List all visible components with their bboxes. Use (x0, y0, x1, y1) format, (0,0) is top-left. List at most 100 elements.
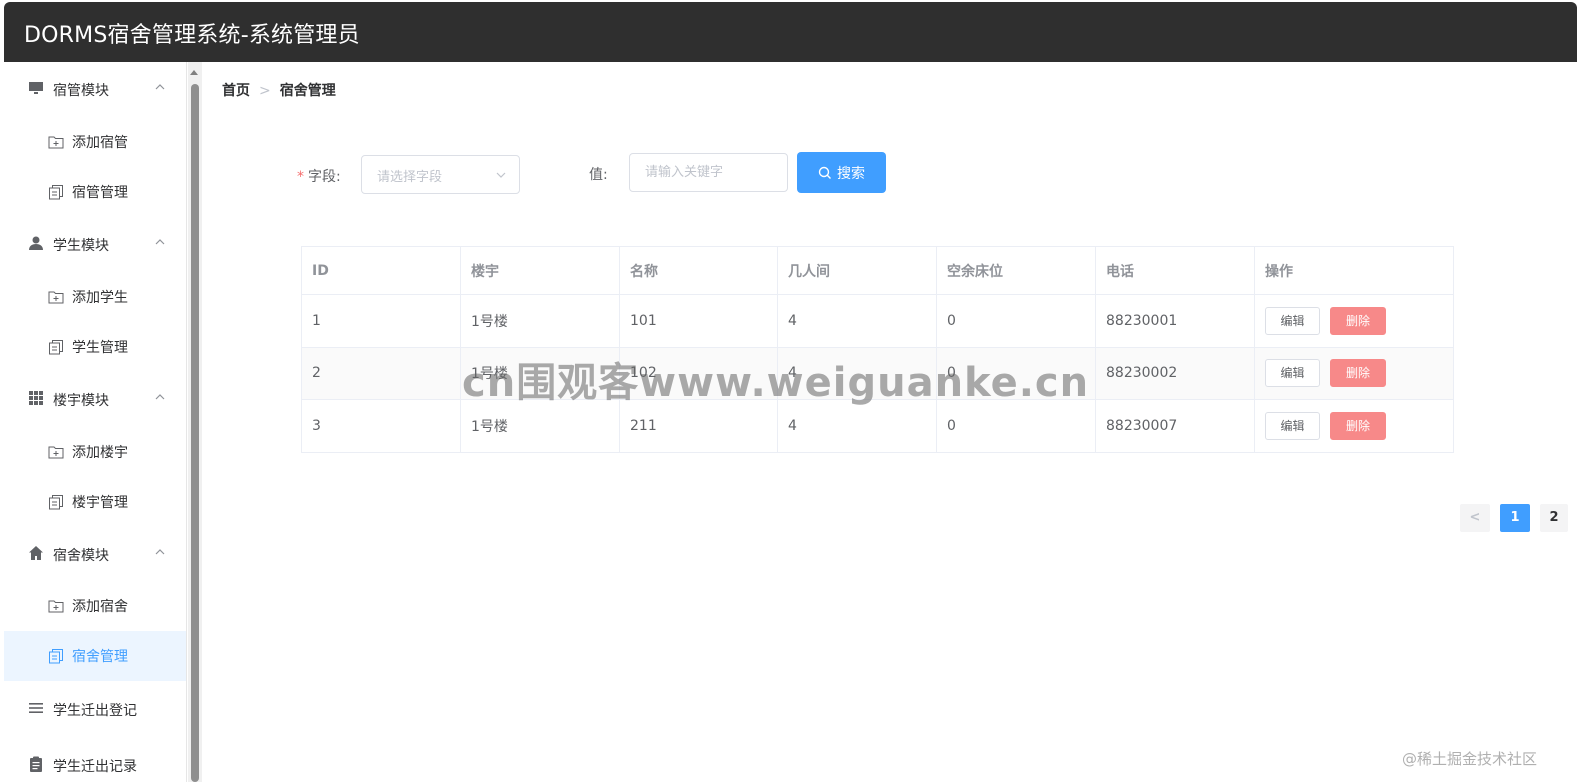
menu-group-label: 宿舍模块 (53, 548, 109, 564)
table-header-row: ID 楼宇 名称 几人间 空余床位 电话 操作 (301, 246, 1454, 295)
cell-building: 1号楼 (460, 346, 620, 400)
breadcrumb-current: 宿舍管理 (279, 83, 336, 99)
sidebar-item-label: 宿管管理 (72, 185, 128, 201)
sidebar-item-add-student[interactable]: 添加学生 (4, 272, 186, 322)
menu-group-label: 宿管模块 (53, 83, 109, 99)
keyword-input[interactable] (629, 153, 788, 192)
cell-phone: 88230002 (1095, 346, 1255, 400)
sidebar-item-label: 学生迁出登记 (53, 703, 137, 719)
document-copy-icon (49, 340, 63, 355)
column-header-capacity[interactable]: 几人间 (777, 246, 937, 295)
sidebar-item-building-management[interactable]: 楼宇管理 (4, 477, 186, 527)
edit-button[interactable]: 编辑 (1265, 411, 1320, 440)
menu-group-dorm[interactable]: 宿舍模块 (4, 529, 186, 579)
column-header-actions: 操作 (1254, 246, 1454, 295)
menu-group-building[interactable]: 楼宇模块 (4, 374, 186, 424)
cell-phone: 88230007 (1095, 399, 1255, 453)
delete-button[interactable]: 删除 (1330, 306, 1386, 335)
cell-capacity: 4 (777, 346, 937, 400)
column-header-phone[interactable]: 电话 (1095, 246, 1255, 295)
pagination-prev-button[interactable]: < (1460, 504, 1490, 532)
sidebar-item-label: 添加楼宇 (72, 445, 128, 461)
clipboard-icon (30, 756, 42, 772)
menu-group-student[interactable]: 学生模块 (4, 219, 186, 269)
sidebar-menu: 宿管模块 添加宿管 宿管管理 学生模块 添加学生 学生管理 楼宇模块 添加楼宇 … (4, 62, 187, 782)
folder-add-icon (48, 600, 64, 613)
folder-add-icon (48, 446, 64, 459)
document-copy-icon (49, 649, 63, 664)
menu-group-dorm-manager[interactable]: 宿管模块 (4, 64, 186, 114)
cell-name: 102 (619, 346, 778, 400)
chevron-up-icon (155, 239, 165, 245)
search-button[interactable]: 搜索 (797, 152, 886, 193)
folder-add-icon (48, 291, 64, 304)
column-header-building[interactable]: 楼宇 (460, 246, 620, 295)
sidebar-item-dorm-management[interactable]: 宿舍管理 (4, 631, 186, 681)
field-select[interactable]: 请选择字段 (361, 155, 520, 194)
scroll-up-arrow-icon[interactable] (190, 70, 198, 75)
breadcrumb-home-link[interactable]: 首页 (222, 83, 250, 99)
cell-name: 211 (619, 399, 778, 453)
table-row: 1 1号楼 101 4 0 88230001 编辑 删除 (301, 294, 1454, 348)
chevron-down-icon (496, 172, 506, 178)
grid-icon (29, 391, 43, 405)
sidebar-item-add-dorm[interactable]: 添加宿舍 (4, 581, 186, 631)
sidebar-scrollbar-thumb[interactable] (191, 84, 199, 782)
field-label-text: 字段: (308, 169, 341, 185)
edit-button[interactable]: 编辑 (1265, 306, 1320, 335)
chevron-up-icon (155, 84, 165, 90)
house-icon (29, 546, 43, 560)
cell-building: 1号楼 (460, 294, 620, 348)
top-header-bar: DORMS宿舍管理系统-系统管理员 (4, 2, 1577, 62)
field-label: * 字段: (297, 166, 341, 186)
cell-actions: 编辑 删除 (1254, 399, 1454, 453)
list-icon (29, 703, 43, 713)
pagination-page-1[interactable]: 1 (1500, 504, 1530, 532)
search-icon (818, 166, 831, 179)
search-button-label: 搜索 (837, 165, 865, 182)
dorm-table: ID 楼宇 名称 几人间 空余床位 电话 操作 1 1号楼 101 4 0 88… (301, 246, 1454, 453)
table-row: 3 1号楼 211 4 0 88230007 编辑 删除 (301, 399, 1454, 453)
required-mark: * (297, 169, 304, 185)
sidebar-item-student-management[interactable]: 学生管理 (4, 322, 186, 372)
sidebar-item-student-checkout-records[interactable]: 学生迁出记录 (4, 740, 186, 782)
document-copy-icon (49, 495, 63, 510)
delete-button[interactable]: 删除 (1330, 359, 1386, 388)
cell-name: 101 (619, 294, 778, 348)
app-title: DORMS宿舍管理系统-系统管理员 (24, 23, 360, 48)
column-header-name[interactable]: 名称 (619, 246, 778, 295)
chevron-up-icon (155, 549, 165, 555)
monitor-icon (29, 82, 43, 94)
sidebar-item-add-dorm-manager[interactable]: 添加宿管 (4, 117, 186, 167)
column-header-vacant-beds[interactable]: 空余床位 (936, 246, 1096, 295)
cell-id: 2 (301, 346, 461, 400)
sidebar-item-label: 添加学生 (72, 290, 128, 306)
cell-actions: 编辑 删除 (1254, 346, 1454, 400)
sidebar-item-label: 学生管理 (72, 340, 128, 356)
menu-group-label: 学生模块 (53, 238, 109, 254)
delete-button[interactable]: 删除 (1330, 411, 1386, 440)
column-header-id[interactable]: ID (301, 246, 461, 295)
cell-id: 1 (301, 294, 461, 348)
sidebar-item-label: 添加宿舍 (72, 599, 128, 615)
cell-vacant-beds: 0 (936, 399, 1096, 453)
table-row: 2 1号楼 102 4 0 88230002 编辑 删除 (301, 346, 1454, 400)
pagination-page-2[interactable]: 2 (1540, 504, 1568, 532)
cell-actions: 编辑 删除 (1254, 294, 1454, 348)
value-label: 值: (589, 167, 608, 183)
sidebar-item-label: 添加宿管 (72, 135, 128, 151)
sidebar-item-add-building[interactable]: 添加楼宇 (4, 427, 186, 477)
breadcrumb: 首页 > 宿舍管理 (222, 80, 336, 100)
cell-id: 3 (301, 399, 461, 453)
cell-capacity: 4 (777, 294, 937, 348)
menu-group-label: 楼宇模块 (53, 393, 109, 409)
sidebar-item-student-checkout-register[interactable]: 学生迁出登记 (4, 684, 186, 734)
sidebar-item-label: 学生迁出记录 (53, 759, 137, 775)
cell-vacant-beds: 0 (936, 294, 1096, 348)
chevron-up-icon (155, 394, 165, 400)
cell-capacity: 4 (777, 399, 937, 453)
sidebar-item-label: 宿舍管理 (72, 649, 128, 665)
cell-vacant-beds: 0 (936, 346, 1096, 400)
sidebar-item-dorm-manager-management[interactable]: 宿管管理 (4, 167, 186, 217)
edit-button[interactable]: 编辑 (1265, 359, 1320, 388)
